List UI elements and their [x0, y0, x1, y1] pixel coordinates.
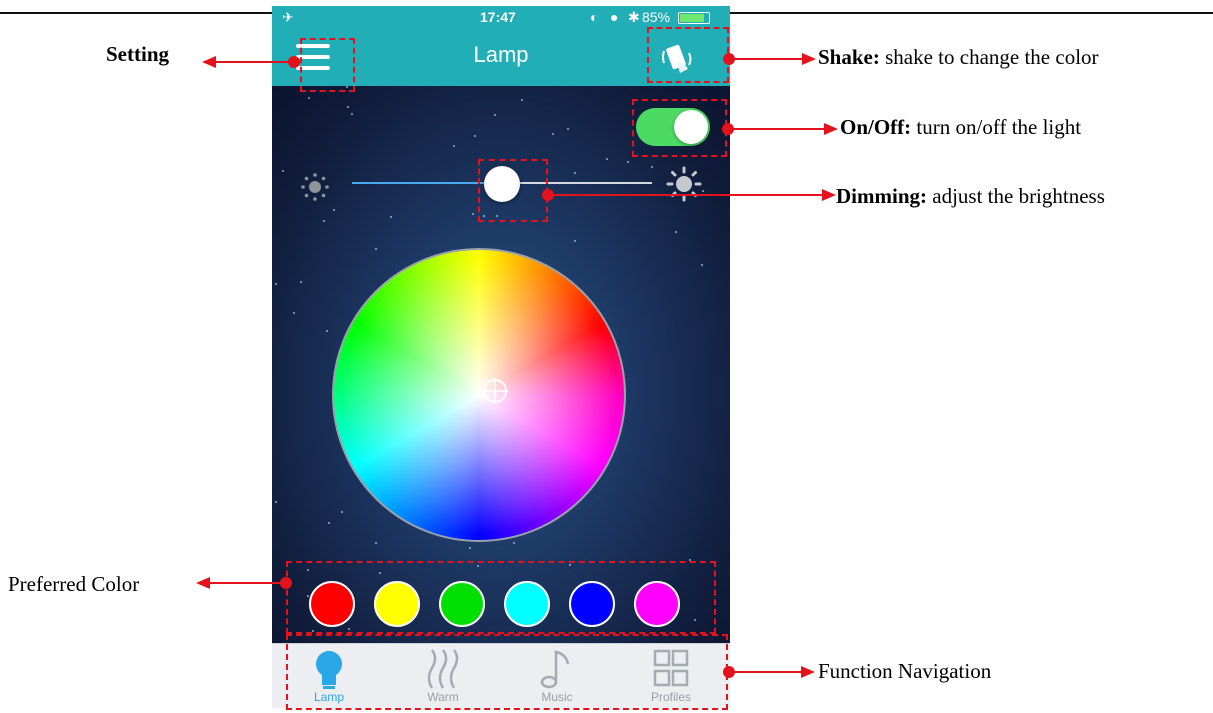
background-star — [282, 170, 284, 172]
onoff-highlight-box — [632, 99, 727, 157]
arrow-right-icon — [824, 123, 838, 135]
background-star — [494, 114, 496, 116]
background-star — [351, 113, 353, 115]
background-star — [275, 501, 277, 503]
onoff-line — [728, 128, 826, 130]
alarm-icon: ● — [610, 9, 619, 25]
background-star — [300, 281, 302, 283]
color-wheel[interactable] — [332, 248, 626, 542]
background-star — [326, 330, 328, 332]
background-star — [513, 542, 515, 544]
arrow-right-icon — [802, 53, 816, 65]
background-star — [567, 128, 569, 130]
background-star — [328, 522, 330, 524]
background-star — [472, 213, 474, 215]
brightness-low-icon — [301, 173, 329, 201]
background-star — [390, 216, 392, 218]
background-star — [521, 99, 523, 101]
onoff-annotation: On/Off: turn on/off the light — [840, 115, 1082, 139]
background-star — [574, 172, 576, 174]
background-star — [675, 231, 677, 233]
setting-dot — [288, 56, 300, 68]
shake-line — [729, 58, 804, 60]
dimming-line — [548, 194, 824, 196]
airplane-icon: ✈ — [282, 9, 294, 25]
brightness-high-icon — [666, 166, 702, 202]
background-star — [347, 106, 349, 108]
background-star — [469, 547, 471, 549]
arrow-right-icon — [801, 666, 815, 678]
setting-annotation: Setting — [106, 42, 169, 66]
preferred-line — [208, 582, 284, 584]
background-star — [574, 240, 576, 242]
background-star — [375, 248, 377, 250]
status-time: 17:47 — [480, 9, 516, 25]
background-star — [702, 190, 704, 192]
background-star — [375, 542, 377, 544]
background-star — [323, 220, 325, 222]
status-bar: ✈ 17:47 ◐ ● ✱ 85% — [272, 6, 730, 28]
background-star — [474, 135, 476, 137]
preferred-dot — [280, 577, 292, 589]
navigation-line — [729, 671, 803, 673]
setting-highlight-box — [300, 38, 355, 92]
background-star — [627, 161, 629, 163]
dimming-annotation: Dimming: adjust the brightness — [836, 184, 1105, 208]
background-star — [606, 158, 608, 160]
shake-annotation: Shake: shake to change the color — [818, 45, 1099, 69]
background-star — [701, 264, 703, 266]
background-star — [651, 166, 653, 168]
background-star — [341, 511, 343, 513]
arrow-left-icon — [202, 56, 216, 68]
dimming-highlight-box — [478, 159, 548, 222]
battery-percent: 85% — [642, 9, 671, 25]
navigation-highlight-box — [286, 634, 728, 710]
background-star — [333, 209, 335, 211]
arrow-right-icon — [822, 189, 836, 201]
lock-rotation-icon: ◐ — [590, 9, 599, 25]
preferred-annotation: Preferred Color — [8, 572, 140, 596]
preferred-highlight-box — [286, 561, 716, 634]
shake-highlight-box — [647, 27, 729, 83]
bluetooth-icon: ✱ — [628, 9, 640, 25]
setting-line — [214, 61, 294, 63]
background-star — [293, 312, 295, 314]
background-star — [308, 97, 310, 99]
background-star — [453, 145, 455, 147]
battery-icon — [678, 12, 710, 24]
background-star — [552, 133, 554, 135]
color-picker-crosshair-icon[interactable] — [480, 376, 510, 406]
navigation-annotation: Function Navigation — [818, 659, 992, 683]
background-star — [275, 283, 277, 285]
